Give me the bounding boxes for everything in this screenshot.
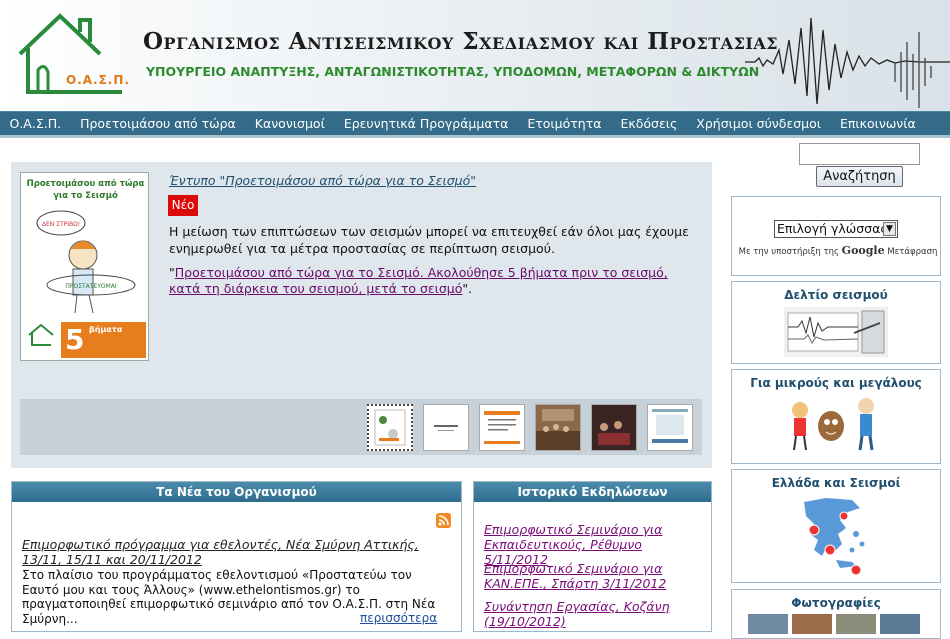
news-more-link[interactable]: περισσότερα: [360, 611, 437, 625]
events-box-header: Ιστορικό Εκδηλώσεων: [474, 482, 711, 502]
nav-item-publications[interactable]: Εκδόσεις: [611, 116, 687, 131]
document-icon: [374, 409, 406, 446]
prepare-steps-link[interactable]: Προετοιμάσου από τώρα για το Σεισμό. Ακο…: [169, 265, 668, 296]
search-button[interactable]: Αναζήτηση: [816, 166, 903, 187]
chevron-down-icon[interactable]: ▼: [883, 222, 896, 236]
organization-title: Οργανισμος Αντισεισμικου Σχεδιασμου και …: [143, 28, 779, 55]
brochure-illustration-icon: ΔΕΝ ΣΤΡΙΒΩ! ΠΡΟΣΤΑΤΕΥΟΜΑΙ: [36, 210, 136, 314]
brochure-title-line2: για το Σεισμό: [53, 191, 118, 201]
greece-map-icon: [804, 498, 865, 576]
greece-earthquakes-title[interactable]: Ελλάδα και Σεισμοί: [732, 476, 940, 490]
photo-thumbnails-icon: [748, 614, 920, 634]
steps-word: βήματα: [89, 325, 123, 334]
strip-thumbnail-5[interactable]: [591, 404, 637, 451]
event-item[interactable]: Επιμορφωτικό Σεμινάριο για ΚΑΝ.ΕΠΕ., Σπά…: [484, 561, 709, 591]
kids-box-title[interactable]: Για μικρούς και μεγάλους: [732, 376, 940, 390]
google-logo-icon[interactable]: Google: [842, 244, 885, 257]
new-badge: Νέο: [168, 195, 198, 216]
powered-prefix: Με την υποστήριξη της: [738, 247, 839, 257]
svg-text:ΠΡΟΣΤΑΤΕΥΟΜΑΙ: ΠΡΟΣΤΑΤΕΥΟΜΑΙ: [65, 283, 117, 290]
language-select[interactable]: Επιλογή γλώσσας ▼: [774, 220, 898, 238]
language-select-value: Επιλογή γλώσσας: [777, 221, 888, 236]
brochure-thumbnail[interactable]: Προετοιμάσου από τώρα για το Σεισμό ΔΕΝ …: [20, 172, 149, 361]
nav-item-regulations[interactable]: Κανονισμοί: [245, 116, 334, 131]
powered-suffix[interactable]: Μετάφραση: [887, 247, 937, 257]
earthquake-bulletin-box[interactable]: Δελτίο σεισμού: [731, 281, 941, 364]
nav-item-contact[interactable]: Επικοινωνία: [830, 116, 925, 131]
earthquake-bulletin-title[interactable]: Δελτίο σεισμού: [732, 288, 940, 302]
photo-event-icon: [592, 405, 636, 450]
document-icon: [434, 425, 458, 431]
kids-box[interactable]: Για μικρούς και μεγάλους: [731, 369, 941, 464]
link-close-quote: ".: [462, 281, 473, 296]
nav-divider: [0, 135, 950, 138]
featured-article-link-paragraph: "Προετοιμάσου από τώρα για το Σεισμό. Ακ…: [169, 265, 689, 297]
nav-item-research[interactable]: Ερευνητικά Προγράμματα: [334, 116, 518, 131]
strip-thumbnail-6[interactable]: [647, 404, 693, 451]
featured-article-title[interactable]: Έντυπο "Προετοιμάσου από τώρα για το Σει…: [169, 173, 476, 188]
photos-box-title[interactable]: Φωτογραφίες: [732, 596, 940, 610]
strip-thumbnail-4[interactable]: [535, 404, 581, 451]
events-history-box: Ιστορικό Εκδηλώσεων Επιμορφωτικό Σεμινάρ…: [473, 481, 712, 632]
featured-article-text: Η μείωση των επιπτώσεων των σεισμών μπορ…: [169, 224, 689, 256]
strip-thumbnail-1[interactable]: [367, 404, 413, 451]
google-translate-credit: Με την υποστήριξη της Google Μετάφραση: [738, 245, 938, 258]
site-header: Ο.Α.Σ.Π. Οργανισμος Αντισεισμικου Σχεδια…: [0, 0, 950, 111]
photo-event-icon: [536, 405, 580, 450]
news-article-title[interactable]: Επιμορφωτικό πρόγραμμα για εθελοντές, Νέ…: [22, 537, 442, 567]
event-item[interactable]: Συνάντηση Εργασίας, Κοζάνη (19/10/2012): [484, 599, 709, 629]
ministry-subtitle: ΥΠΟΥΡΓΕΙΟ ΑΝΑΠΤΥΞΗΣ, ΑΝΤΑΓΩΝΙΣΤΙΚΟΤΗΤΑΣ,…: [146, 64, 760, 79]
rss-icon[interactable]: [436, 513, 451, 528]
nav-item-prepare[interactable]: Προετοιμάσου από τώρα: [71, 116, 246, 131]
cartoon-characters-icon: [792, 398, 874, 451]
steps-number: 5: [65, 323, 85, 356]
small-oasp-logo-icon: [28, 323, 54, 346]
news-box: Τα Νέα του Οργανισμού Επιμορφωτικό πρόγρ…: [11, 481, 462, 632]
nav-item-readiness[interactable]: Ετοιμότητα: [518, 116, 611, 131]
search-input[interactable]: [799, 143, 920, 165]
seismograph-icon: [745, 17, 950, 108]
document-icon: [652, 409, 688, 443]
greece-earthquakes-box[interactable]: Ελλάδα και Σεισμοί: [731, 469, 941, 583]
translate-box: Επιλογή γλώσσας ▼ Με την υποστήριξη της …: [731, 196, 941, 276]
strip-thumbnail-3[interactable]: [479, 404, 525, 451]
strip-thumbnail-2[interactable]: [423, 404, 469, 451]
seismograph-drum-icon: [784, 307, 888, 357]
brochure-title-line1: Προετοιμάσου από τώρα: [26, 179, 145, 189]
thumbnail-strip: [20, 399, 702, 455]
featured-article: Προετοιμάσου από τώρα για το Σεισμό ΔΕΝ …: [11, 162, 712, 468]
news-box-header: Τα Νέα του Οργανισμού: [12, 482, 461, 502]
document-icon: [484, 411, 520, 444]
nav-item-oasp[interactable]: Ο.Α.Σ.Π.: [0, 116, 71, 131]
logo-text: Ο.Α.Σ.Π.: [66, 73, 130, 87]
nav-item-links[interactable]: Χρήσιμοι σύνδεσμοι: [687, 116, 831, 131]
main-navigation: Ο.Α.Σ.Π. Προετοιμάσου από τώρα Κανονισμο…: [0, 111, 950, 135]
svg-text:ΔΕΝ ΣΤΡΙΒΩ!: ΔΕΝ ΣΤΡΙΒΩ!: [42, 221, 80, 228]
